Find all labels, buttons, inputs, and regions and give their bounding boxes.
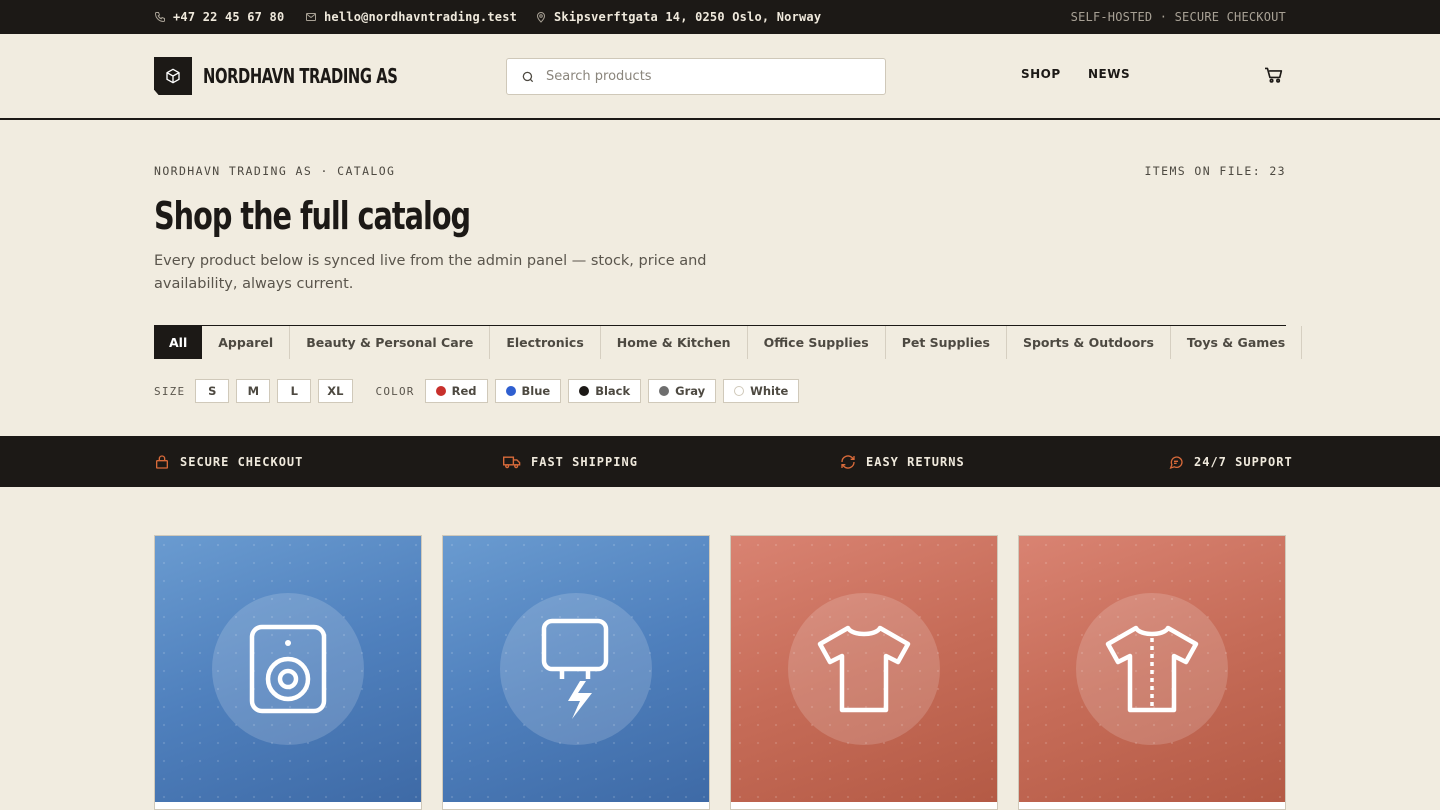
cart-icon [1265, 67, 1283, 83]
color-chip-red[interactable]: Red [424, 379, 488, 403]
shirt-icon [1105, 625, 1199, 713]
trust-strip: SECURE CHECKOUT FAST SHIPPING EASY RETUR… [0, 436, 1440, 487]
page-description: Every product below is synced live from … [154, 253, 707, 292]
tab-pet-supplies[interactable]: Pet Supplies [886, 326, 1007, 359]
tab-sports-outdoors[interactable]: Sports & Outdoors [1007, 326, 1171, 359]
product-info [443, 802, 709, 809]
lock-icon [156, 454, 168, 469]
trust-fast-shipping: FAST SHIPPING [503, 436, 638, 487]
trust-secure-checkout: SECURE CHECKOUT [154, 436, 303, 487]
tab-electronics[interactable]: Electronics [490, 326, 601, 359]
size-chip-m[interactable]: M [236, 379, 271, 403]
logo[interactable] [154, 57, 192, 95]
cube-icon [166, 68, 180, 84]
color-chip-black[interactable]: Black [568, 379, 642, 403]
topbar-tagline: SELF-HOSTED · SECURE CHECKOUT [1070, 10, 1286, 24]
contact-phone[interactable]: +47 22 45 67 80 [154, 0, 284, 34]
color-swatch-blue [505, 386, 516, 396]
tab-all[interactable]: All [154, 326, 203, 359]
charger-icon [541, 618, 609, 719]
size-chip-xl[interactable]: XL [318, 379, 353, 403]
tab-apparel[interactable]: Apparel [202, 326, 291, 359]
trust-easy-returns: EASY RETURNS [840, 436, 965, 487]
page-title: Shop the full catalog [154, 194, 471, 238]
color-name: Blue [521, 384, 551, 398]
color-swatch-red [435, 386, 446, 396]
size-chip-s[interactable]: S [195, 379, 230, 403]
color-name: Black [595, 384, 631, 398]
contact-email[interactable]: hello@nordhavntrading.test [305, 0, 517, 34]
color-name: White [750, 384, 789, 398]
product-image[interactable] [1019, 536, 1285, 802]
color-name: Gray [675, 384, 706, 398]
chat-bubble-icon [1169, 455, 1183, 469]
phone-icon [154, 12, 165, 23]
product-info [1019, 802, 1285, 809]
return-arrows-icon [841, 454, 855, 469]
tab-office-supplies[interactable]: Office Supplies [748, 326, 886, 359]
tab-home-kitchen[interactable]: Home & Kitchen [601, 326, 748, 359]
size-chip-l[interactable]: L [277, 379, 312, 403]
size-label: SIZE [154, 384, 186, 398]
trust-label: FAST SHIPPING [531, 454, 638, 469]
phone-text: +47 22 45 67 80 [173, 10, 285, 24]
product-image[interactable] [731, 536, 997, 802]
color-chip-blue[interactable]: Blue [494, 379, 562, 403]
icon-badge [788, 593, 940, 745]
location-pin-icon [536, 12, 546, 23]
filter-bar: SIZE S M L XL COLOR Red Blue Black Gray … [154, 379, 806, 403]
product-card[interactable] [154, 535, 422, 810]
search-icon [522, 71, 534, 82]
product-info [155, 802, 421, 809]
color-swatch-white [734, 386, 745, 396]
product-card[interactable] [442, 535, 710, 810]
product-info [731, 802, 997, 809]
product-card[interactable] [1018, 535, 1286, 810]
product-image[interactable] [443, 536, 709, 802]
nav-shop[interactable]: SHOP [1021, 67, 1061, 81]
category-tabs: All Apparel Beauty & Personal Care Elect… [154, 325, 1303, 359]
items-count: ITEMS ON FILE: 23 [1144, 164, 1286, 178]
trust-label: 24/7 SUPPORT [1194, 454, 1293, 469]
top-bar: +47 22 45 67 80 hello@nordhavntrading.te… [0, 0, 1440, 34]
search-box[interactable] [506, 58, 886, 95]
color-name: Red [451, 384, 477, 398]
nav-news[interactable]: NEWS [1088, 67, 1130, 81]
speaker-icon [249, 624, 327, 714]
trust-label: EASY RETURNS [866, 454, 965, 469]
email-text: hello@nordhavntrading.test [324, 10, 518, 24]
brand-name[interactable]: NORDHAVN TRADING AS [203, 64, 398, 88]
color-swatch-gray [659, 386, 670, 396]
truck-icon [503, 455, 521, 468]
color-chip-white[interactable]: White [723, 379, 800, 403]
icon-badge [1076, 593, 1228, 745]
color-chip-gray[interactable]: Gray [648, 379, 717, 403]
tshirt-icon [817, 625, 911, 713]
color-label: COLOR [375, 384, 415, 398]
site-header: NORDHAVN TRADING AS SHOP NEWS [0, 34, 1440, 120]
mail-icon [306, 13, 316, 21]
icon-badge [212, 593, 364, 745]
product-card[interactable] [730, 535, 998, 810]
contact-address: Skipsverftgata 14, 0250 Oslo, Norway [535, 0, 821, 34]
product-image[interactable] [155, 536, 421, 802]
icon-badge [500, 593, 652, 745]
address-text: Skipsverftgata 14, 0250 Oslo, Norway [554, 10, 822, 24]
search-input[interactable] [546, 69, 866, 84]
tab-toys-games[interactable]: Toys & Games [1171, 326, 1303, 359]
breadcrumb: NORDHAVN TRADING AS · CATALOG [154, 164, 396, 178]
cart-button[interactable] [1264, 66, 1284, 88]
color-swatch-black [579, 386, 590, 396]
tab-beauty-personal-care[interactable]: Beauty & Personal Care [290, 326, 491, 359]
trust-label: SECURE CHECKOUT [180, 454, 304, 469]
trust-support: 24/7 SUPPORT [1168, 436, 1293, 487]
